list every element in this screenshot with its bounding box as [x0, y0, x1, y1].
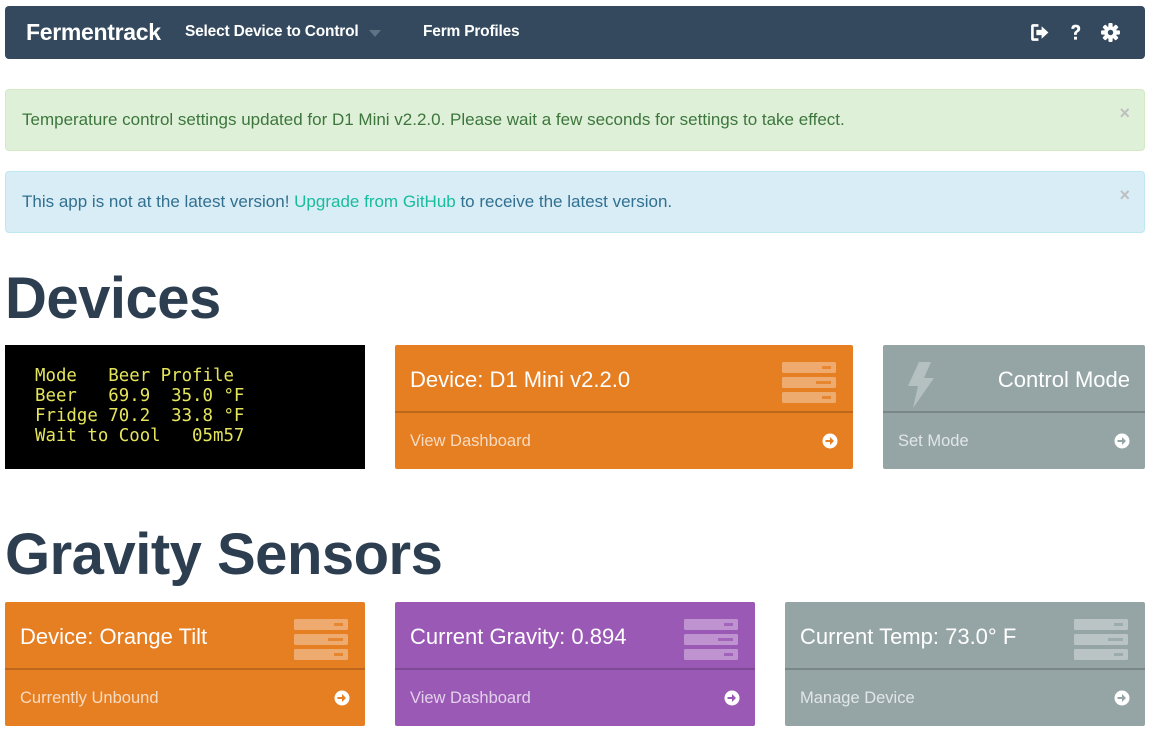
control-mode-panel: Control Mode Set Mode [883, 345, 1145, 469]
ferm-profiles-link[interactable]: Ferm Profiles [423, 6, 520, 58]
panel-footer-label: Currently Unbound [20, 689, 159, 707]
arrow-circle-right-icon [1114, 690, 1130, 706]
device-panel: Device: D1 Mini v2.2.0 View Dashboard [395, 345, 853, 469]
currently-unbound-link[interactable]: Currently Unbound [5, 668, 365, 726]
help-icon[interactable] [1065, 22, 1086, 43]
lcd-line: Mode Beer Profile [35, 366, 234, 386]
devices-heading: Devices [5, 266, 221, 331]
select-device-dropdown[interactable]: Select Device to Control [185, 6, 359, 58]
panel-title: Current Temp: 73.0° F [800, 624, 1017, 649]
arrow-circle-right-icon [1114, 433, 1130, 449]
panel-title: Device: Orange Tilt [20, 624, 208, 649]
current-gravity-panel: Current Gravity: 0.894 View Dashboard [395, 602, 755, 726]
navbar: Fermentrack Select Device to Control Fer… [5, 6, 1145, 59]
view-dashboard-link[interactable]: View Dashboard [395, 411, 853, 469]
panel-footer-label: View Dashboard [410, 432, 531, 450]
close-icon[interactable]: × [1119, 186, 1130, 204]
sign-out-icon[interactable] [1029, 22, 1050, 43]
panel-title: Device: D1 Mini v2.2.0 [410, 367, 631, 392]
close-icon[interactable]: × [1119, 104, 1130, 122]
server-icon [684, 619, 738, 660]
gravity-sensors-heading: Gravity Sensors [5, 522, 443, 587]
alert-message-end: to receive the latest version. [455, 192, 673, 211]
view-dashboard-link[interactable]: View Dashboard [395, 668, 755, 726]
arrow-circle-right-icon [334, 690, 350, 706]
panel-footer-label: Set Mode [898, 432, 969, 450]
lcd-line: Wait to Cool 05m57 [35, 426, 245, 446]
server-icon [782, 362, 836, 403]
panel-header: Device: Orange Tilt [5, 602, 365, 668]
bolt-icon [908, 362, 934, 408]
panel-title: Current Gravity: 0.894 [410, 624, 627, 649]
manage-device-link[interactable]: Manage Device [785, 668, 1145, 726]
arrow-circle-right-icon [724, 690, 740, 706]
lcd-display: Mode Beer Profile Beer 69.9 35.0 °F Frid… [5, 345, 365, 469]
current-temp-panel: Current Temp: 73.0° F Manage Device [785, 602, 1145, 726]
panel-header: Device: D1 Mini v2.2.0 [395, 345, 853, 411]
chevron-down-icon[interactable] [369, 30, 381, 37]
alert-message: Temperature control settings updated for… [22, 110, 845, 129]
brand-logo[interactable]: Fermentrack [26, 6, 161, 59]
lcd-line: Fridge 70.2 33.8 °F [35, 406, 245, 426]
server-icon [294, 619, 348, 660]
settings-updated-alert: Temperature control settings updated for… [5, 89, 1145, 151]
arrow-circle-right-icon [822, 433, 838, 449]
tilt-device-panel: Device: Orange Tilt Currently Unbound [5, 602, 365, 726]
server-icon [1074, 619, 1128, 660]
set-mode-link[interactable]: Set Mode [883, 411, 1145, 469]
panel-footer-label: View Dashboard [410, 689, 531, 707]
gear-icon[interactable] [1100, 22, 1121, 43]
panel-title: Control Mode [997, 367, 1130, 392]
panel-footer-label: Manage Device [800, 689, 915, 707]
lcd-line: Beer 69.9 35.0 °F [35, 386, 245, 406]
upgrade-github-link[interactable]: Upgrade from GitHub [294, 192, 456, 211]
version-alert: This app is not at the latest version! U… [5, 171, 1145, 233]
panel-header: Current Gravity: 0.894 [395, 602, 755, 668]
alert-message-start: This app is not at the latest version! [22, 192, 295, 211]
panel-header: Control Mode [883, 345, 1145, 411]
panel-header: Current Temp: 73.0° F [785, 602, 1145, 668]
